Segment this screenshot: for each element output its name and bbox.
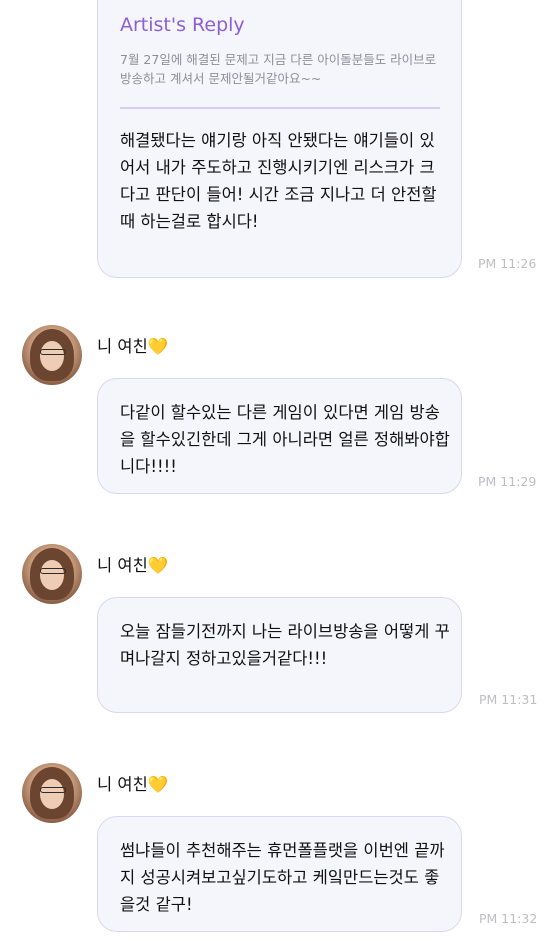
message-timestamp: PM 11:26 <box>478 256 537 271</box>
message-timestamp: PM 11:29 <box>478 474 537 489</box>
sender-name: 니 여친💛 <box>97 333 168 357</box>
avatar-glasses <box>40 349 66 355</box>
message-bubble[interactable]: 오늘 잠들기전까지 나는 라이브방송을 어떻게 꾸며나갈지 정하고있을거같다!!… <box>97 597 462 713</box>
artist-reply-title: Artist's Reply <box>120 14 245 36</box>
avatar-glasses <box>40 787 66 793</box>
sender-name-text: 니 여친 <box>97 337 148 356</box>
yellow-heart-icon: 💛 <box>147 775 169 794</box>
message-text: 오늘 잠들기전까지 나는 라이브방송을 어떻게 꾸며나갈지 정하고있을거같다!!… <box>120 622 450 668</box>
message-bubble[interactable]: 썸냐들이 추천해주는 휴먼폴플랫을 이번엔 끝까지 성공시켜보고싶기도하고 케잌… <box>97 816 462 932</box>
avatar-glasses <box>40 568 66 574</box>
message-timestamp: PM 11:31 <box>479 692 538 707</box>
message-bubble[interactable]: 다같이 할수있는 다른 게임이 있다면 게임 방송을 할수있긴한데 그게 아니라… <box>97 378 462 494</box>
avatar[interactable] <box>22 763 82 823</box>
sender-name: 니 여친💛 <box>97 771 168 795</box>
avatar-face <box>40 779 64 809</box>
message-text: 다같이 할수있는 다른 게임이 있다면 게임 방송을 할수있긴한데 그게 아니라… <box>120 403 450 476</box>
avatar[interactable] <box>22 325 82 385</box>
avatar-face <box>40 560 64 590</box>
sender-name-text: 니 여친 <box>97 556 148 575</box>
artist-reply-bubble[interactable]: Artist's Reply 7월 27일에 해결된 문제고 지금 다른 아이돌… <box>97 0 462 278</box>
quoted-message: 7월 27일에 해결된 문제고 지금 다른 아이돌분들도 라이브로 방송하고 계… <box>120 52 437 86</box>
sender-name-text: 니 여친 <box>97 775 148 794</box>
yellow-heart-icon: 💛 <box>147 556 169 575</box>
avatar[interactable] <box>22 544 82 604</box>
reply-message-text: 해결됐다는 얘기랑 아직 안됐다는 얘기들이 있어서 내가 주도하고 진행시키기… <box>120 131 437 231</box>
reply-divider <box>120 107 440 109</box>
message-timestamp: PM 11:32 <box>479 911 538 926</box>
yellow-heart-icon: 💛 <box>147 337 169 356</box>
message-text: 썸냐들이 추천해주는 휴먼폴플랫을 이번엔 끝까지 성공시켜보고싶기도하고 케잌… <box>120 841 445 914</box>
avatar-face <box>40 341 64 371</box>
sender-name: 니 여친💛 <box>97 552 168 576</box>
